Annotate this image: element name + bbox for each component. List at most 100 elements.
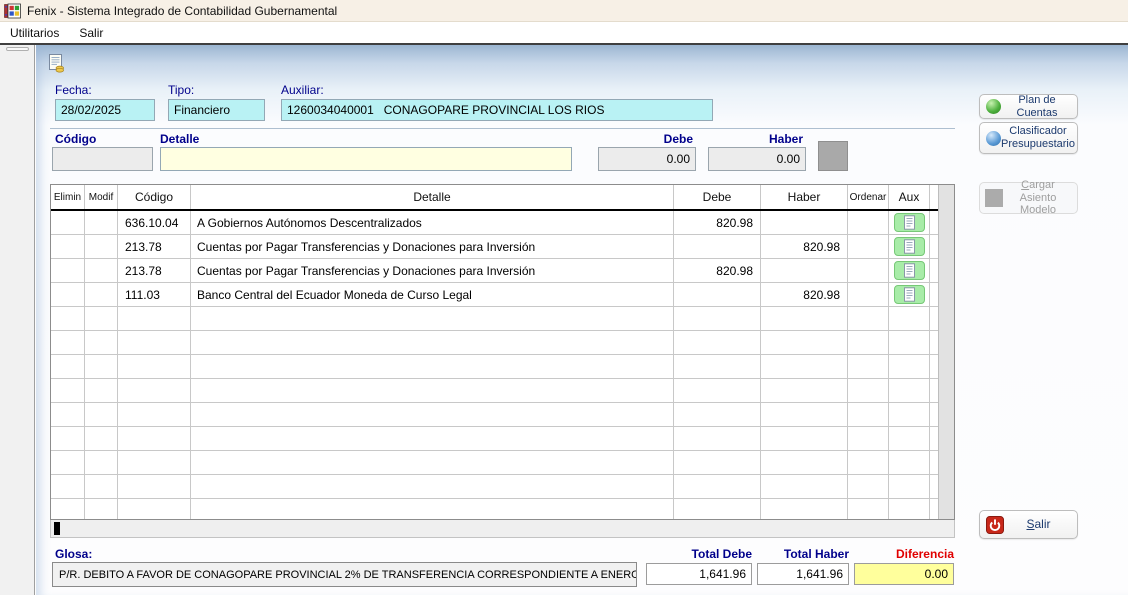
menu-utilitarios[interactable]: Utilitarios [0,24,69,42]
cell-modif[interactable] [85,235,118,259]
cell-detalle[interactable]: Cuentas por Pagar Transferencias y Donac… [191,235,674,259]
cell-haber[interactable]: 820.98 [761,283,848,307]
cell-codigo[interactable] [118,403,191,427]
table-row[interactable] [51,499,939,520]
cell-detalle[interactable] [191,307,674,331]
cell-elimin[interactable] [51,331,85,355]
cell-codigo[interactable] [118,451,191,475]
cell-ordenar[interactable] [848,235,889,259]
table-row[interactable] [51,427,939,451]
cell-detalle[interactable]: A Gobiernos Autónomos Descentralizados [191,211,674,235]
cell-codigo[interactable] [118,379,191,403]
cell-haber[interactable] [761,355,848,379]
cell-elimin[interactable] [51,355,85,379]
cell-haber[interactable] [761,403,848,427]
cell-codigo[interactable] [118,307,191,331]
cell-debe[interactable] [674,307,761,331]
aux-button[interactable] [894,213,925,232]
cell-ordenar[interactable] [848,451,889,475]
cell-modif[interactable] [85,355,118,379]
cell-debe[interactable]: 820.98 [674,259,761,283]
gray-square-button[interactable] [818,141,848,171]
cell-ordenar[interactable] [848,283,889,307]
cell-detalle[interactable] [191,427,674,451]
cell-modif[interactable] [85,211,118,235]
cell-elimin[interactable] [51,475,85,499]
auxiliar-input[interactable]: 1260034040001 CONAGOPARE PROVINCIAL LOS … [281,99,713,121]
cell-ordenar[interactable] [848,259,889,283]
cell-elimin[interactable] [51,235,85,259]
cargar-asiento-modelo-button[interactable]: Cargar Asiento Modelo [979,182,1078,214]
cell-ordenar[interactable] [848,379,889,403]
aux-button[interactable] [894,261,925,280]
cell-detalle[interactable] [191,451,674,475]
tipo-input[interactable]: Financiero [168,99,265,121]
aux-button[interactable] [894,237,925,256]
cell-haber[interactable] [761,211,848,235]
cell-codigo[interactable] [118,499,191,520]
cell-debe[interactable] [674,475,761,499]
cell-debe[interactable] [674,379,761,403]
aux-button[interactable] [894,285,925,304]
plan-de-cuentas-button[interactable]: Plan de Cuentas [979,94,1078,119]
menu-salir[interactable]: Salir [69,24,113,42]
cell-debe[interactable] [674,235,761,259]
cell-elimin[interactable] [51,379,85,403]
cell-debe[interactable] [674,355,761,379]
cell-haber[interactable] [761,451,848,475]
cell-ordenar[interactable] [848,355,889,379]
cell-modif[interactable] [85,427,118,451]
haber-entry-input[interactable]: 0.00 [708,147,806,171]
table-row[interactable] [51,403,939,427]
cell-haber[interactable]: 820.98 [761,235,848,259]
cell-detalle[interactable] [191,355,674,379]
splitter-grip[interactable] [6,47,29,51]
table-vertical-scrollbar[interactable] [938,185,954,519]
cell-modif[interactable] [85,331,118,355]
cell-modif[interactable] [85,379,118,403]
detalle-entry-input[interactable] [160,147,572,171]
table-row[interactable] [51,475,939,499]
cell-elimin[interactable] [51,259,85,283]
cell-detalle[interactable] [191,379,674,403]
cell-elimin[interactable] [51,427,85,451]
cell-debe[interactable] [674,403,761,427]
table-row[interactable] [51,307,939,331]
table-row[interactable] [51,331,939,355]
cell-elimin[interactable] [51,307,85,331]
cell-detalle[interactable] [191,403,674,427]
cell-haber[interactable] [761,259,848,283]
journal-coins-icon[interactable] [46,53,66,73]
cell-codigo[interactable]: 213.78 [118,259,191,283]
cell-detalle[interactable] [191,331,674,355]
cell-haber[interactable] [761,331,848,355]
cell-modif[interactable] [85,499,118,520]
codigo-entry-input[interactable] [52,147,153,171]
horizontal-scrollbar-thumb[interactable] [54,522,60,535]
cell-modif[interactable] [85,451,118,475]
cell-debe[interactable] [674,331,761,355]
cell-ordenar[interactable] [848,211,889,235]
cell-codigo[interactable]: 636.10.04 [118,211,191,235]
cell-ordenar[interactable] [848,331,889,355]
debe-entry-input[interactable]: 0.00 [598,147,696,171]
salir-button[interactable]: Salir [979,510,1078,539]
cell-elimin[interactable] [51,499,85,520]
table-row[interactable]: 213.78 Cuentas por Pagar Transferencias … [51,235,939,259]
cell-codigo[interactable] [118,475,191,499]
table-row[interactable]: 636.10.04 A Gobiernos Autónomos Descentr… [51,211,939,235]
cell-modif[interactable] [85,259,118,283]
cell-modif[interactable] [85,307,118,331]
table-row[interactable] [51,379,939,403]
glosa-input[interactable]: P/R. DEBITO A FAVOR DE CONAGOPARE PROVIN… [52,562,637,587]
cell-codigo[interactable]: 213.78 [118,235,191,259]
table-row[interactable] [51,355,939,379]
fecha-input[interactable]: 28/02/2025 [55,99,155,121]
cell-debe[interactable] [674,499,761,520]
cell-detalle[interactable]: Cuentas por Pagar Transferencias y Donac… [191,259,674,283]
cell-detalle[interactable] [191,499,674,520]
cell-debe[interactable] [674,283,761,307]
cell-haber[interactable] [761,475,848,499]
cell-modif[interactable] [85,283,118,307]
cell-elimin[interactable] [51,451,85,475]
